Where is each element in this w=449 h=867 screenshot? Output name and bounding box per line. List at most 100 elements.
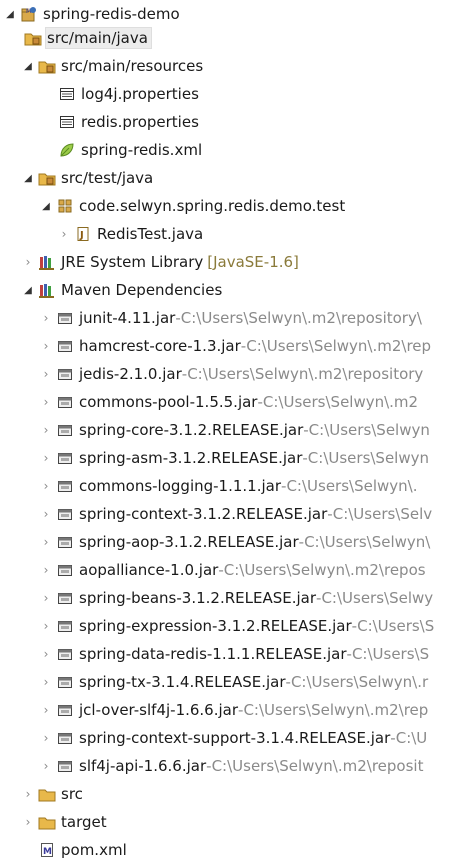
tree-row-jar[interactable]: › aopalliance-1.0.jar - C:\Users\Selwyn\.…	[0, 556, 449, 584]
file-label: redis.properties	[81, 113, 199, 131]
package-label: code.selwyn.spring.redis.demo.test	[79, 197, 346, 215]
triangle-down-icon[interactable]: ◢	[21, 171, 35, 185]
tree-row-jar[interactable]: › spring-beans-3.1.2.RELEASE.jar - C:\Use…	[0, 584, 449, 612]
jar-name: spring-expression-3.1.2.RELEASE.jar	[79, 617, 352, 635]
jar-path: C:\Users\Selwyn\.m2\repos	[223, 561, 426, 579]
jar-path: C:\Users\S	[351, 645, 430, 663]
jar-path: C:\Users\Selwyn\.m2	[262, 393, 419, 411]
jar-name: hamcrest-core-1.3.jar	[79, 337, 241, 355]
tree-row-maven-dependencies[interactable]: ◢ Maven Dependencies	[0, 276, 449, 304]
chevron-right-icon[interactable]: ›	[39, 535, 53, 549]
chevron-right-icon[interactable]: ›	[39, 367, 53, 381]
folder-label: target	[61, 813, 107, 831]
tree-row-target-folder[interactable]: › target	[0, 808, 449, 836]
chevron-right-icon[interactable]: ›	[21, 815, 35, 829]
triangle-down-icon[interactable]: ◢	[39, 199, 53, 213]
tree-row-jar[interactable]: › spring-context-3.1.2.RELEASE.jar - C:\U…	[0, 500, 449, 528]
jar-icon	[56, 337, 74, 355]
tree-row-test-package[interactable]: ◢ code.selwyn.spring.redis.demo.test	[0, 192, 449, 220]
jar-icon	[56, 309, 74, 327]
file-label: log4j.properties	[81, 85, 199, 103]
chevron-right-icon[interactable]: ›	[57, 227, 71, 241]
jar-name: jedis-2.1.0.jar	[79, 365, 182, 383]
chevron-right-icon[interactable]: ›	[39, 563, 53, 577]
jar-path: C:\U	[395, 729, 428, 747]
jar-name: spring-tx-3.1.4.RELEASE.jar	[79, 673, 286, 691]
chevron-right-icon[interactable]: ›	[39, 647, 53, 661]
chevron-right-icon[interactable]: ›	[39, 395, 53, 409]
chevron-right-icon[interactable]: ›	[39, 731, 53, 745]
jar-name: spring-beans-3.1.2.RELEASE.jar	[79, 589, 317, 607]
java-file-icon: J	[74, 225, 92, 243]
library-icon	[38, 253, 56, 271]
jar-path: C:\Users\S	[357, 617, 435, 635]
chevron-right-icon[interactable]: ›	[39, 339, 53, 353]
chevron-right-icon[interactable]: ›	[21, 787, 35, 801]
jar-path: C:\Users\Selwy	[321, 589, 434, 607]
chevron-right-icon[interactable]: ›	[39, 451, 53, 465]
tree-row-jar[interactable]: › jedis-2.1.0.jar - C:\Users\Selwyn\.m2\r…	[0, 360, 449, 388]
tree-row-jar[interactable]: › slf4j-api-1.6.6.jar - C:\Users\Selwyn\.…	[0, 752, 449, 780]
tree-row-jar[interactable]: › spring-aop-3.1.2.RELEASE.jar - C:\Users…	[0, 528, 449, 556]
properties-file-icon	[58, 113, 76, 131]
jar-path: C:\Users\Selwyn\.m2\rep	[246, 337, 432, 355]
chevron-right-icon[interactable]: ›	[39, 311, 53, 325]
tree-row-log4j-properties[interactable]: log4j.properties	[0, 80, 449, 108]
tree-row-redis-properties[interactable]: redis.properties	[0, 108, 449, 136]
tree-row-pom-xml[interactable]: M pom.xml	[0, 836, 449, 864]
tree-row-src-main-java[interactable]: src/main/java	[0, 24, 449, 52]
chevron-right-icon[interactable]: ›	[39, 675, 53, 689]
jar-icon	[56, 477, 74, 495]
jar-name: spring-aop-3.1.2.RELEASE.jar	[79, 533, 299, 551]
tree-row-jre-library[interactable]: › JRE System Library [JavaSE-1.6]	[0, 248, 449, 276]
tree-row-redistest-java[interactable]: › J RedisTest.java	[0, 220, 449, 248]
jar-path: C:\Users\Selwyn\.m2\reposit	[211, 757, 424, 775]
chevron-right-icon[interactable]: ›	[39, 619, 53, 633]
chevron-right-icon[interactable]: ›	[21, 255, 35, 269]
chevron-right-icon[interactable]: ›	[39, 423, 53, 437]
tree-row-jar[interactable]: › spring-data-redis-1.1.1.RELEASE.jar - C…	[0, 640, 449, 668]
jar-path: C:\Users\Selwyn\	[304, 533, 431, 551]
jar-name: jcl-over-slf4j-1.6.6.jar	[79, 701, 239, 719]
jar-name: spring-context-3.1.2.RELEASE.jar	[79, 505, 328, 523]
jar-icon	[56, 645, 74, 663]
tree-row-jar[interactable]: › spring-context-support-3.1.4.RELEASE.ja…	[0, 724, 449, 752]
triangle-down-icon[interactable]: ◢	[21, 59, 35, 73]
tree-row-jar[interactable]: › spring-core-3.1.2.RELEASE.jar - C:\User…	[0, 416, 449, 444]
tree-row-src-folder[interactable]: › src	[0, 780, 449, 808]
jar-name: spring-asm-3.1.2.RELEASE.jar	[79, 449, 303, 467]
folder-icon	[38, 813, 56, 831]
chevron-right-icon[interactable]: ›	[39, 479, 53, 493]
triangle-down-icon[interactable]: ◢	[21, 283, 35, 297]
folder-icon	[38, 785, 56, 803]
chevron-right-icon[interactable]: ›	[39, 507, 53, 521]
jar-path: C:\Users\Selwyn\.m2\rep	[243, 701, 429, 719]
jar-icon	[56, 617, 74, 635]
tree-row-jar[interactable]: › commons-pool-1.5.5.jar - C:\Users\Selwy…	[0, 388, 449, 416]
tree-row-jar[interactable]: › jcl-over-slf4j-1.6.6.jar - C:\Users\Sel…	[0, 696, 449, 724]
tree-row-jar[interactable]: › hamcrest-core-1.3.jar - C:\Users\Selwyn…	[0, 332, 449, 360]
tree-row-spring-redis-xml[interactable]: spring-redis.xml	[0, 136, 449, 164]
package-explorer-tree: ◢ M spring-redis-demo src/main/java ◢ sr…	[0, 0, 449, 867]
project-label: spring-redis-demo	[43, 5, 180, 23]
chevron-right-icon[interactable]: ›	[39, 759, 53, 773]
properties-file-icon	[58, 85, 76, 103]
tree-row-src-test-java[interactable]: ◢ src/test/java	[0, 164, 449, 192]
tree-row-src-main-resources[interactable]: ◢ src/main/resources	[0, 52, 449, 80]
triangle-down-icon[interactable]: ◢	[3, 7, 17, 21]
jar-icon	[56, 561, 74, 579]
jar-icon	[56, 673, 74, 691]
source-folder-icon	[38, 169, 56, 187]
tree-row-jar[interactable]: › junit-4.11.jar - C:\Users\Selwyn\.m2\re…	[0, 304, 449, 332]
tree-row-jar[interactable]: › spring-asm-3.1.2.RELEASE.jar - C:\Users…	[0, 444, 449, 472]
jar-name: slf4j-api-1.6.6.jar	[79, 757, 207, 775]
tree-row-jar[interactable]: › commons-logging-1.1.1.jar - C:\Users\Se…	[0, 472, 449, 500]
jar-name: spring-data-redis-1.1.1.RELEASE.jar	[79, 645, 347, 663]
tree-row-jar[interactable]: › spring-tx-3.1.4.RELEASE.jar - C:\Users\…	[0, 668, 449, 696]
source-folder-icon	[24, 29, 42, 47]
chevron-right-icon[interactable]: ›	[39, 703, 53, 717]
jar-name: junit-4.11.jar	[79, 309, 176, 327]
chevron-right-icon[interactable]: ›	[39, 591, 53, 605]
tree-row-jar[interactable]: › spring-expression-3.1.2.RELEASE.jar - C…	[0, 612, 449, 640]
jar-icon	[56, 505, 74, 523]
